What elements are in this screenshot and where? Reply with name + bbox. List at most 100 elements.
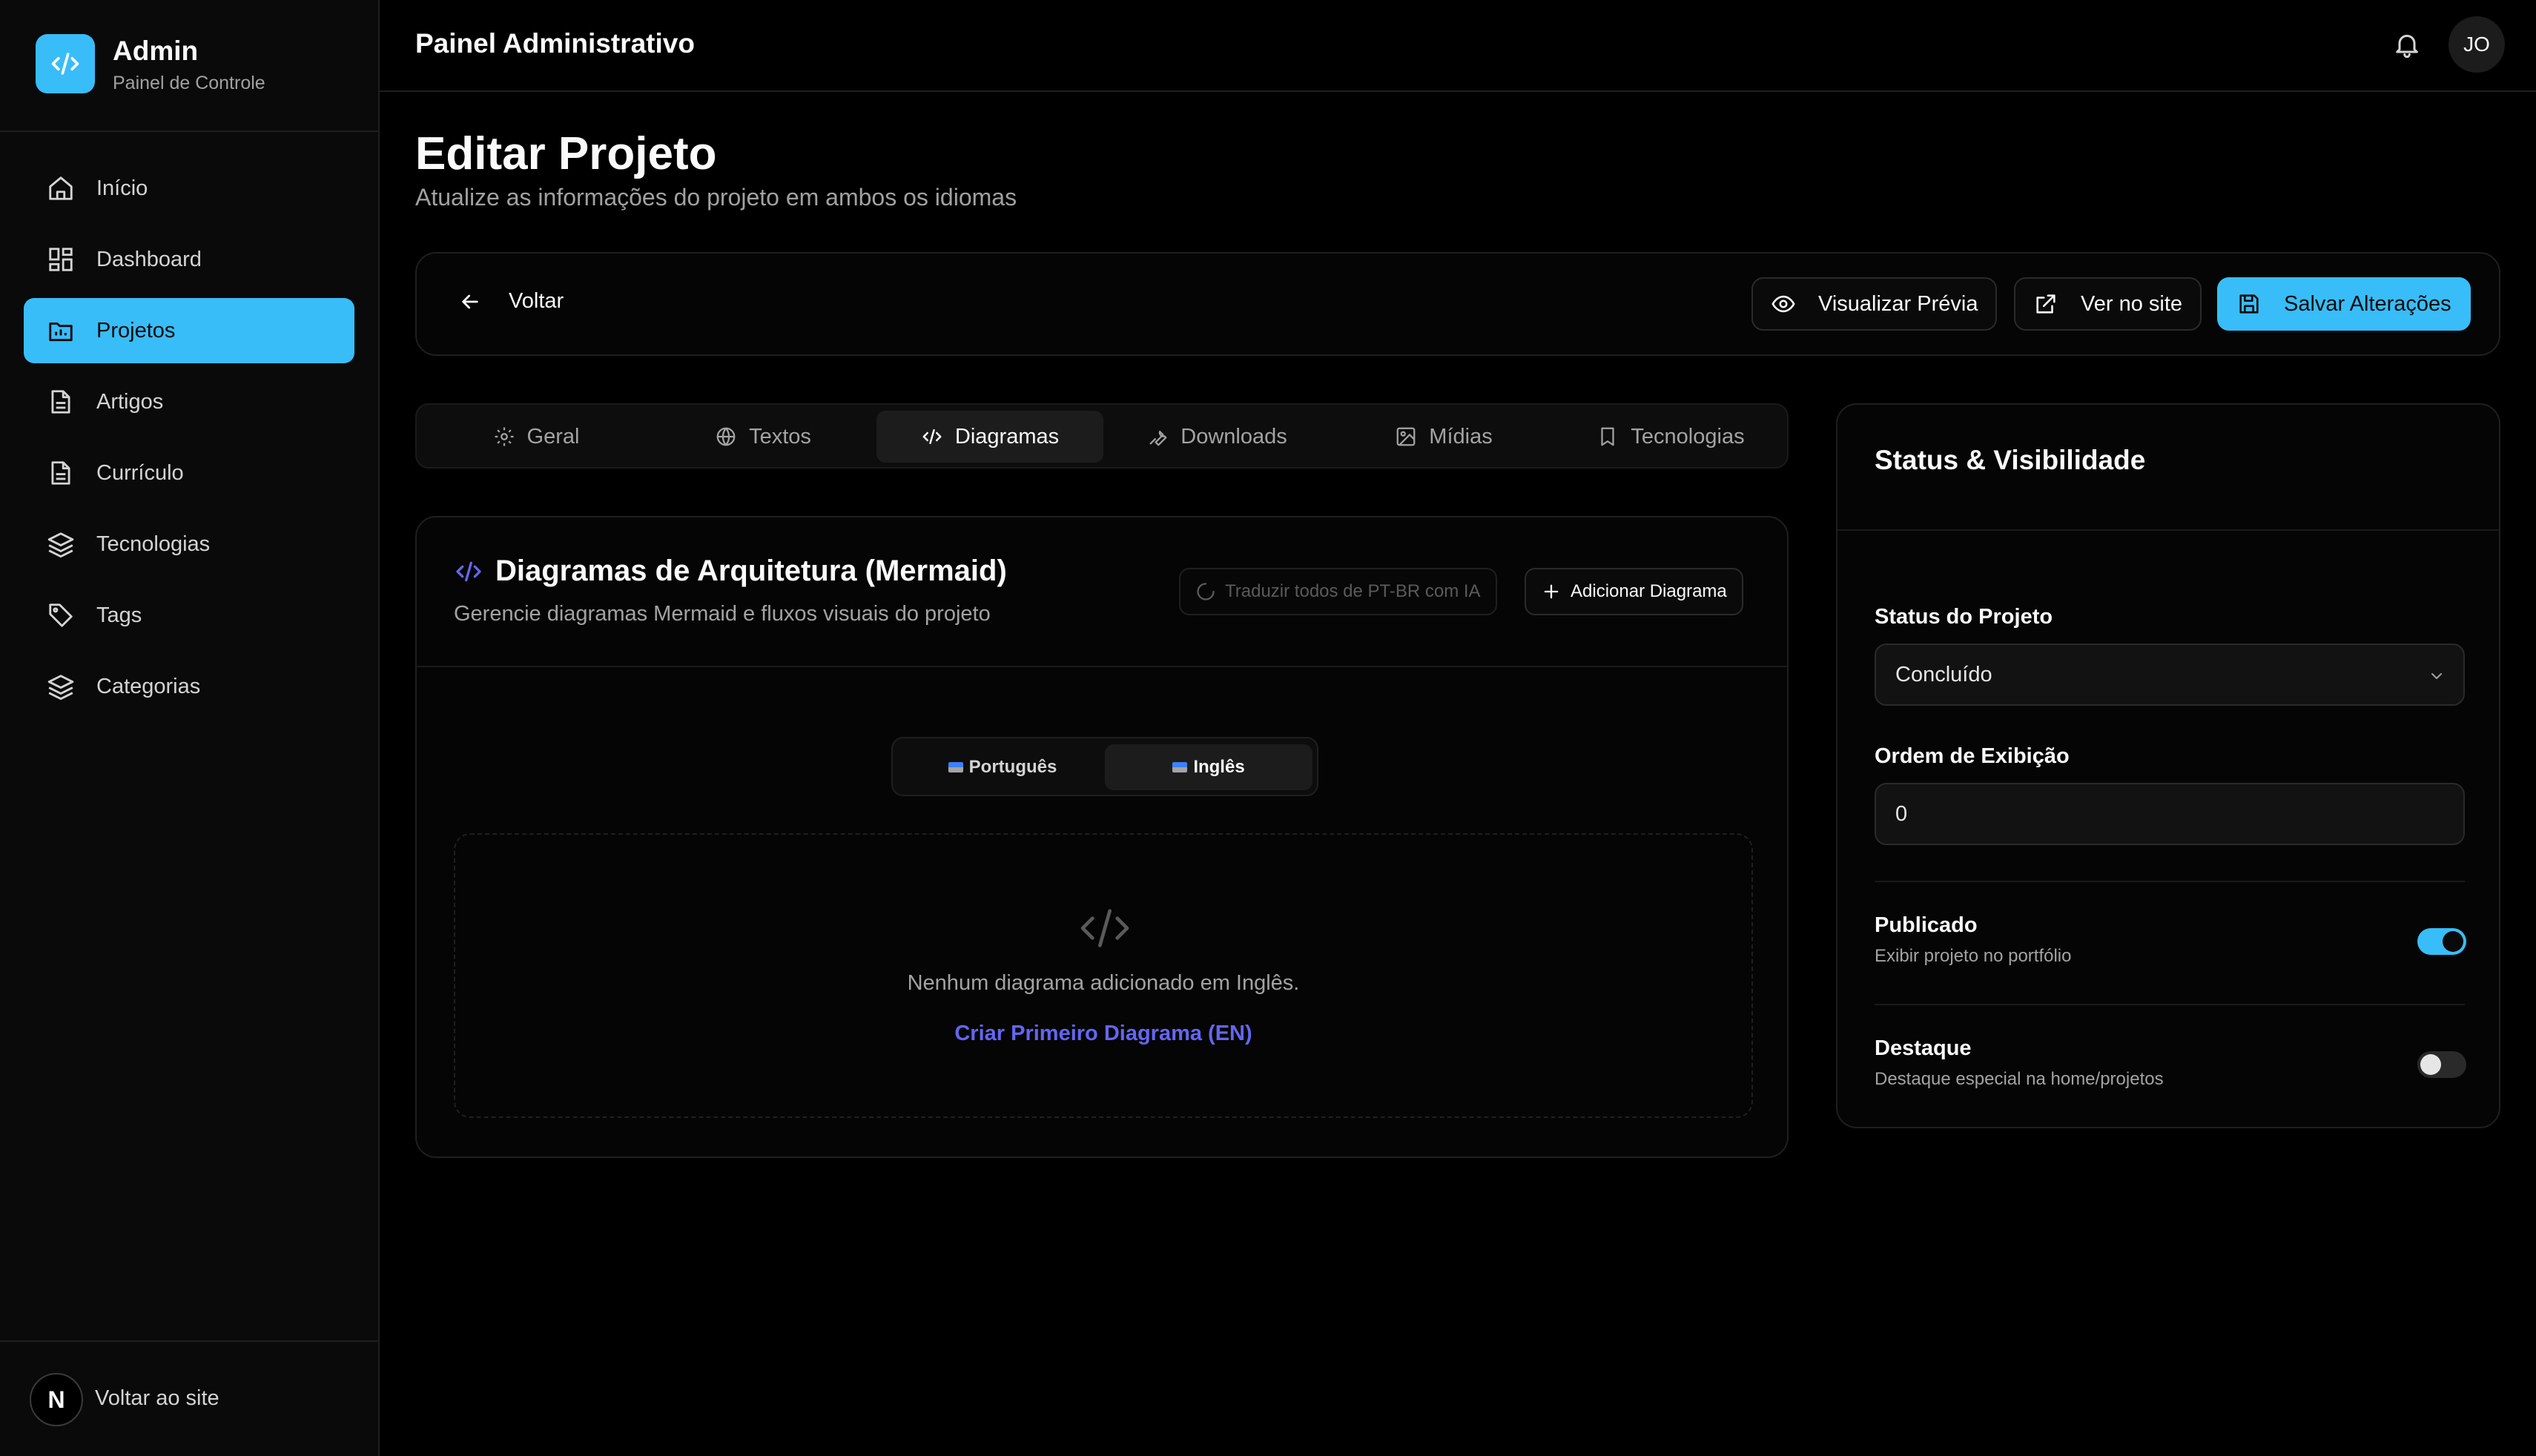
preview-button[interactable]: Visualizar Prévia	[1751, 277, 1998, 331]
sidebar-item-label: Categorias	[96, 674, 201, 698]
home-icon	[46, 173, 76, 203]
folder-icon	[46, 316, 76, 345]
chevron-down-icon	[2428, 667, 2446, 685]
brand-subtitle: Painel de Controle	[113, 73, 265, 93]
tab-label: Downloads	[1181, 424, 1287, 449]
empty-state: Nenhum diagrama adicionado em Inglês. Cr…	[454, 833, 1753, 1118]
code-icon	[454, 557, 483, 586]
code-icon	[36, 34, 95, 93]
preview-label: Visualizar Prévia	[1818, 291, 1978, 316]
sidebar-item-inicio[interactable]: Início	[24, 156, 354, 221]
display-order-value: 0	[1895, 801, 1908, 826]
tab-tecnologias[interactable]: Tecnologias	[1557, 411, 1784, 463]
sidebar-item-label: Currículo	[96, 460, 184, 485]
toggle-knob	[2420, 1054, 2441, 1075]
diagrams-subtitle: Gerencie diagramas Mermaid e fluxos visu…	[454, 602, 991, 626]
sidebar-item-tags[interactable]: Tags	[24, 583, 354, 648]
tab-label: Textos	[749, 424, 811, 449]
project-status-value: Concluído	[1895, 662, 1992, 686]
sidebar-item-label: Início	[96, 176, 148, 200]
sidebar-nav: Início Dashboard Projetos Artigos Curríc…	[24, 156, 354, 725]
sidebar: Admin Painel de Controle Início Dashboar…	[0, 0, 380, 1456]
back-to-site-link[interactable]: N Voltar ao site	[0, 1340, 378, 1456]
sidebar-item-tecnologias[interactable]: Tecnologias	[24, 512, 354, 577]
empty-state-text: Nenhum diagrama adicionado em Inglês.	[907, 971, 1300, 995]
image-icon	[1395, 426, 1417, 448]
diagrams-title: Diagramas de Arquitetura (Mermaid)	[454, 555, 1007, 588]
layers-icon	[46, 672, 76, 701]
sidebar-item-label: Tecnologias	[96, 532, 211, 556]
tab-label: Tecnologias	[1631, 424, 1745, 449]
project-status-select[interactable]: Concluído	[1875, 643, 2465, 706]
tab-diagramas[interactable]: Diagramas	[876, 411, 1103, 463]
tab-downloads[interactable]: Downloads	[1103, 411, 1330, 463]
globe-icon	[715, 426, 737, 448]
action-bar: Voltar Visualizar Prévia Ver no site Sal…	[415, 252, 2500, 356]
plus-icon	[1541, 581, 1562, 602]
tab-geral[interactable]: Geral	[423, 411, 650, 463]
back-label: Voltar	[509, 289, 564, 313]
featured-toggle[interactable]	[2417, 1051, 2466, 1078]
published-toggle[interactable]	[2417, 928, 2466, 955]
flag-icon	[1172, 762, 1188, 772]
sidebar-item-projetos[interactable]: Projetos	[24, 298, 354, 363]
code-icon	[921, 426, 943, 448]
add-diagram-button[interactable]: Adicionar Diagrama	[1525, 568, 1743, 615]
save-icon	[2236, 291, 2262, 317]
tab-label: Diagramas	[954, 424, 1060, 449]
divider	[1875, 1004, 2465, 1005]
code-icon	[1075, 899, 1135, 958]
tab-label: Mídias	[1429, 424, 1493, 449]
page-title: Editar Projeto	[415, 128, 717, 179]
language-label: Inglês	[1193, 757, 1245, 777]
view-site-label: Ver no site	[2081, 291, 2183, 316]
file-icon	[46, 458, 76, 488]
bookmark-icon	[1596, 426, 1619, 448]
translate-all-label: Traduzir todos de PT-BR com IA	[1225, 581, 1481, 601]
dashboard-icon	[46, 245, 76, 274]
display-order-label: Ordem de Exibição	[1875, 744, 2070, 768]
featured-subtitle: Destaque especial na home/projetos	[1875, 1069, 2164, 1089]
nextjs-logo-icon: N	[30, 1373, 83, 1426]
arrow-left-icon	[458, 290, 482, 314]
sidebar-item-dashboard[interactable]: Dashboard	[24, 227, 354, 292]
tag-icon	[46, 600, 76, 630]
file-icon	[46, 387, 76, 417]
save-button[interactable]: Salvar Alterações	[2217, 277, 2471, 331]
status-visibility-card: Status & Visibilidade Status do Projeto …	[1836, 403, 2500, 1128]
divider	[1875, 881, 2465, 882]
language-tab-portugues[interactable]: Português	[899, 744, 1106, 790]
status-card-header: Status & Visibilidade	[1837, 405, 2499, 531]
sidebar-item-label: Tags	[96, 603, 142, 627]
eye-icon	[1771, 291, 1796, 317]
back-button[interactable]: Voltar	[458, 289, 564, 314]
top-bar: Painel Administrativo JO	[380, 0, 2536, 92]
published-subtitle: Exibir projeto no portfólio	[1875, 946, 2072, 966]
sidebar-item-label: Dashboard	[96, 247, 202, 271]
back-to-site-label: Voltar ao site	[95, 1386, 219, 1410]
project-tabs: Geral Textos Diagramas Downloads Mídias …	[415, 403, 1789, 469]
brand-title: Admin	[113, 36, 199, 66]
bell-icon[interactable]	[2392, 30, 2422, 59]
sidebar-item-curriculo[interactable]: Currículo	[24, 440, 354, 506]
language-switch: Português Inglês	[891, 737, 1318, 796]
language-tab-ingles[interactable]: Inglês	[1105, 744, 1312, 790]
sidebar-item-categorias[interactable]: Categorias	[24, 654, 354, 719]
tab-textos[interactable]: Textos	[650, 411, 876, 463]
tab-label: Geral	[526, 424, 580, 449]
view-site-button[interactable]: Ver no site	[2014, 277, 2202, 331]
diagrams-title-text: Diagramas de Arquitetura (Mermaid)	[495, 555, 1007, 587]
diagrams-card: Diagramas de Arquitetura (Mermaid) Geren…	[415, 516, 1789, 1158]
wrench-icon	[1146, 426, 1169, 448]
create-first-diagram-link[interactable]: Criar Primeiro Diagrama (EN)	[455, 1022, 1751, 1046]
loader-icon	[1195, 581, 1216, 602]
tab-midias[interactable]: Mídias	[1330, 411, 1557, 463]
display-order-input[interactable]: 0	[1875, 783, 2465, 845]
featured-title: Destaque	[1875, 1036, 1972, 1060]
sidebar-item-artigos[interactable]: Artigos	[24, 369, 354, 434]
user-avatar[interactable]: JO	[2449, 16, 2505, 73]
diagrams-card-header: Diagramas de Arquitetura (Mermaid) Geren…	[417, 517, 1787, 667]
toggle-knob	[2443, 931, 2463, 952]
external-link-icon	[2033, 291, 2058, 317]
translate-all-button[interactable]: Traduzir todos de PT-BR com IA	[1179, 568, 1497, 615]
